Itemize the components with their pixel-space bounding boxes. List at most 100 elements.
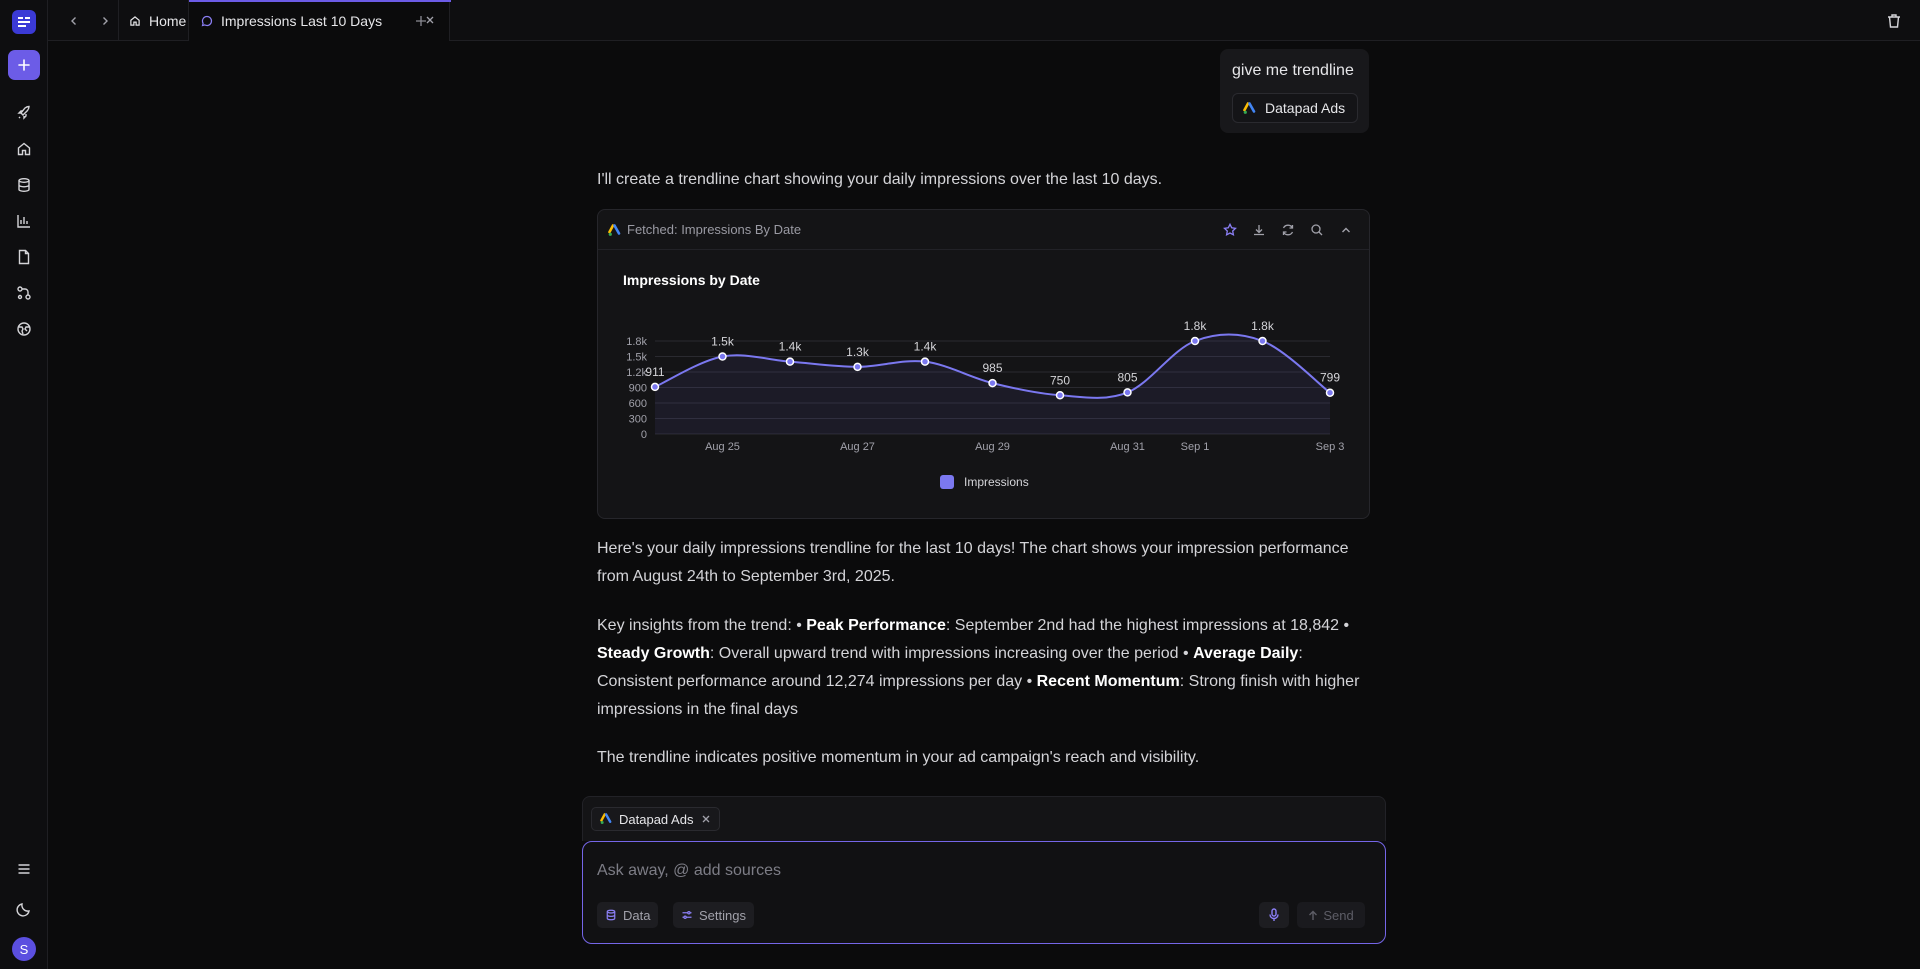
assistant-summary-text: Here's your daily impressions trendline … (597, 540, 1349, 585)
data-label: 1.4k (914, 340, 938, 354)
database-icon[interactable] (12, 173, 36, 197)
data-point (718, 352, 727, 361)
document-icon[interactable] (12, 245, 36, 269)
chart-card: Fetched: Impressions By Date Impressions… (597, 209, 1370, 519)
data-label: 750 (1050, 373, 1070, 387)
data-point (1258, 336, 1267, 346)
add-tab-icon[interactable] (412, 12, 430, 30)
data-label: 1.4k (779, 340, 803, 354)
user-source-chip-label: Datapad Ads (1265, 100, 1346, 116)
y-tick-label: 1.8k (626, 336, 647, 348)
tab-home-label: Home (149, 12, 187, 29)
composer: Data Settings Send (582, 841, 1386, 944)
x-tick-label: Aug 27 (840, 441, 875, 453)
chart-legend[interactable]: Impressions (940, 475, 1029, 489)
moon-icon[interactable] (12, 897, 36, 921)
chevron-up-icon[interactable] (1337, 221, 1355, 239)
sliders-icon (682, 911, 692, 919)
data-point (1325, 388, 1335, 397)
settings-button[interactable]: Settings (673, 902, 754, 928)
forward-button[interactable] (94, 10, 116, 32)
insight-label: Recent Momentum (1036, 673, 1180, 690)
user-message-text: give me trendline (1232, 62, 1354, 79)
assistant-insights-text: Key insights from the trend: • Peak Perf… (597, 612, 1372, 724)
legend-label: Impressions (964, 475, 1029, 489)
chart-title: Impressions by Date (623, 272, 760, 288)
x-tick-label: Sep 1 (1181, 441, 1210, 453)
google-ads-icon (600, 813, 612, 824)
tab-impressions-label: Impressions Last 10 Days (221, 12, 383, 29)
connections-icon[interactable] (12, 281, 36, 305)
home-icon (130, 15, 140, 26)
data-point (920, 357, 930, 366)
y-tick-label: 600 (629, 398, 647, 410)
close-icon[interactable] (701, 814, 711, 824)
new-chat-button[interactable] (8, 50, 40, 80)
data-label: 985 (982, 361, 1002, 375)
data-label: 1.8k (1184, 319, 1208, 333)
composer-sources-row: Datapad Ads (582, 796, 1386, 841)
x-tick-label: Aug 31 (1110, 441, 1145, 453)
star-icon[interactable] (1221, 221, 1239, 239)
data-point (1190, 336, 1200, 346)
y-tick-label: 0 (641, 429, 647, 441)
database-icon (606, 909, 616, 921)
avatar[interactable]: S (12, 937, 36, 961)
search-icon[interactable] (1308, 221, 1326, 239)
legend-swatch (940, 475, 954, 489)
send-button-label: Send (1323, 907, 1354, 923)
y-tick-label: 300 (629, 414, 647, 426)
impressions-line-chart: 0 300 600 900 1.2k 1.5k 1.8k Aug 25 Aug 27 Aug 29… (626, 319, 1345, 453)
data-button-label: Data (623, 907, 651, 923)
google-ads-icon (1243, 101, 1256, 114)
rocket-icon[interactable] (12, 101, 36, 125)
data-point (988, 378, 997, 388)
microphone-icon (1269, 908, 1279, 921)
send-button[interactable]: Send (1297, 902, 1365, 928)
insight-label: Steady Growth (597, 645, 710, 662)
insight-label: Average Daily (1193, 645, 1299, 662)
tab-impressions[interactable]: Impressions Last 10 Days (188, 0, 451, 41)
data-point (1123, 388, 1132, 397)
data-label: 911 (645, 365, 664, 379)
app-logo-icon[interactable] (12, 10, 36, 34)
chart-card-header: Fetched: Impressions By Date (598, 210, 1369, 250)
insight-label: Peak Performance (806, 617, 946, 634)
insights-lead: Key insights from the trend: • (597, 617, 807, 634)
menu-icon[interactable] (12, 857, 36, 881)
insight-text: : Overall upward trend with impressions … (709, 645, 1194, 662)
download-icon[interactable] (1250, 221, 1268, 239)
back-button[interactable] (63, 10, 85, 32)
user-message-bubble: give me trendline Datapad Ads (1220, 49, 1369, 133)
x-tick-label: Aug 29 (975, 441, 1010, 453)
trash-icon[interactable] (1884, 11, 1904, 31)
settings-button-label: Settings (699, 907, 746, 923)
tab-bar: Home Impressions Last 10 Days (48, 0, 1920, 41)
data-label: 1.5k (711, 335, 735, 349)
chat-bubble-icon (201, 15, 213, 26)
home-icon[interactable] (12, 137, 36, 161)
composer-source-chip[interactable]: Datapad Ads (591, 807, 721, 831)
x-tick-label: Aug 25 (705, 441, 740, 453)
microphone-button[interactable] (1259, 902, 1289, 928)
x-tick-label: Sep 3 (1316, 441, 1345, 453)
chat-input[interactable] (597, 858, 1357, 884)
data-label: 805 (1117, 370, 1137, 384)
data-label: 1.8k (1251, 319, 1275, 333)
y-tick-label: 900 (629, 383, 647, 395)
data-button[interactable]: Data (597, 902, 659, 928)
data-point (853, 362, 862, 372)
refresh-icon[interactable] (1279, 221, 1297, 239)
globe-icon[interactable] (12, 317, 36, 341)
assistant-intro-text: I'll create a trendline chart showing yo… (597, 171, 1163, 188)
user-source-chip[interactable]: Datapad Ads (1232, 93, 1359, 123)
google-ads-icon (608, 224, 621, 236)
data-label: 1.3k (846, 345, 870, 359)
left-sidebar: S (0, 0, 48, 969)
tab-home[interactable]: Home (118, 0, 188, 41)
y-tick-label: 1.5k (626, 352, 647, 364)
insight-text: : September 2nd had the highest impressi… (945, 617, 1350, 634)
bar-chart-icon[interactable] (12, 209, 36, 233)
data-point (650, 382, 660, 392)
data-label: 799 (1320, 371, 1340, 385)
